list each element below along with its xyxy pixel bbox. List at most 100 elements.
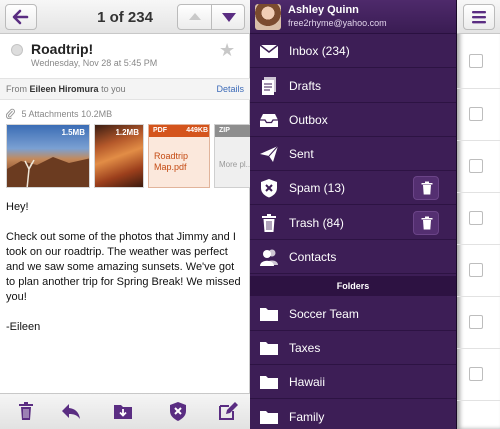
read-status-dot[interactable] <box>11 44 23 56</box>
arrow-up-icon <box>189 13 201 20</box>
folders-header: Folders <box>250 276 456 296</box>
email-subject: Roadtrip! <box>31 41 94 57</box>
attachments-strip: 1.5MB 1.2MB PDF 449KB Roadtrip Map.pdf Z… <box>6 124 254 188</box>
account-email: free2rhyme@yahoo.com <box>288 18 387 28</box>
message-checkbox[interactable] <box>469 159 483 173</box>
attachments-total: 10.2MB <box>81 109 113 119</box>
folder-item[interactable]: Hawaii <box>250 365 456 399</box>
folder-icon <box>260 342 278 355</box>
sidebar-item-outbox[interactable]: Outbox <box>250 103 456 137</box>
move-folder-icon[interactable] <box>112 400 134 422</box>
sidebar-item-drafts[interactable]: Drafts <box>250 69 456 103</box>
attachment-size: 1.5MB <box>61 128 85 137</box>
attachment-size: 449KB <box>186 127 208 134</box>
attachments-count: 5 Attachments <box>21 109 79 119</box>
attachment-size: 1.2MB <box>115 128 139 137</box>
attachment-photo[interactable]: 1.2MB <box>94 124 144 188</box>
row-divider <box>457 192 500 193</box>
message-checkbox[interactable] <box>469 107 483 121</box>
row-divider <box>457 88 500 89</box>
next-message-button[interactable] <box>212 5 244 29</box>
attachment-type: ZIP <box>219 127 230 134</box>
sidebar-item-label: Spam (13) <box>289 181 346 195</box>
sender-name[interactable]: Eileen Hiromura <box>30 84 99 94</box>
trash-icon <box>421 181 433 195</box>
star-icon[interactable]: ★ <box>219 40 235 61</box>
trash-icon <box>421 216 433 230</box>
subject-row: Roadtrip! Wednesday, Nov 28 at 5:45 PM ★ <box>0 36 250 74</box>
email-body: Hey! Check out some of the photos that J… <box>6 200 246 350</box>
folder-label: Family <box>289 410 325 424</box>
email-body-paragraph: Hey! <box>6 201 29 213</box>
attachment-filename: Roadtrip Map.pdf <box>154 151 189 172</box>
paperclip-icon <box>6 108 15 119</box>
reply-icon[interactable] <box>60 400 82 422</box>
message-checkbox[interactable] <box>469 263 483 277</box>
email-toolbar <box>0 393 250 429</box>
row-divider <box>457 348 500 349</box>
sidebar-item-label: Outbox <box>289 113 328 127</box>
email-body-paragraph: -Eileen <box>6 321 41 333</box>
attachment-filename: More pl... videos... <box>219 160 253 169</box>
from-prefix: From <box>6 84 27 94</box>
folder-item[interactable]: Taxes <box>250 331 456 365</box>
previous-message-button[interactable] <box>178 5 212 29</box>
details-link[interactable]: Details <box>216 84 244 94</box>
attachment-photo[interactable]: 1.5MB <box>6 124 90 188</box>
pdf-tag: PDF 449KB <box>149 125 209 137</box>
empty-trash-button[interactable] <box>413 211 439 235</box>
sidebar-item-contacts[interactable]: Contacts <box>250 240 456 274</box>
inbox-icon <box>259 44 279 58</box>
compose-icon[interactable] <box>217 400 239 422</box>
attachment-pdf[interactable]: PDF 449KB Roadtrip Map.pdf <box>148 124 210 188</box>
sidebar-item-label: Contacts <box>289 250 337 264</box>
sidebar-item-label: Inbox (234) <box>289 44 350 58</box>
app-root: 1 of 234 Roadtrip! Wednesday, Nov 28 at … <box>0 0 500 429</box>
folder-item[interactable]: Soccer Team <box>250 297 456 331</box>
message-checkbox[interactable] <box>469 367 483 381</box>
message-checkbox[interactable] <box>469 315 483 329</box>
account-name: Ashley Quinn <box>288 4 359 16</box>
folder-item[interactable]: Family <box>250 400 456 429</box>
sent-icon <box>260 145 279 162</box>
email-pane: 1 of 234 Roadtrip! Wednesday, Nov 28 at … <box>0 0 254 429</box>
from-suffix: to you <box>101 84 126 94</box>
sidebar: Ashley Quinn free2rhyme@yahoo.com Inbox … <box>250 0 456 429</box>
sidebar-item-sent[interactable]: Sent <box>250 137 456 171</box>
email-date: Wednesday, Nov 28 at 5:45 PM <box>31 58 158 68</box>
list-topbar <box>457 0 500 34</box>
spam-icon <box>261 179 277 198</box>
folder-icon <box>260 308 278 321</box>
hamburger-menu-icon <box>472 11 486 24</box>
trash-icon <box>262 214 276 232</box>
email-topbar: 1 of 234 <box>0 0 250 34</box>
row-divider <box>457 400 500 401</box>
sidebar-item-inbox[interactable]: Inbox (234) <box>250 34 456 68</box>
folder-icon <box>260 411 278 424</box>
sidebar-item-trash[interactable]: Trash (84) <box>250 206 456 240</box>
folder-label: Soccer Team <box>289 307 359 321</box>
avatar <box>255 4 281 30</box>
sidebar-item-label: Sent <box>289 147 314 161</box>
folder-label: Hawaii <box>289 375 326 389</box>
attachments-summary: 5 Attachments 10.2MB <box>6 108 112 119</box>
menu-button[interactable] <box>463 4 495 30</box>
message-list-peek <box>456 0 500 429</box>
message-checkbox[interactable] <box>469 54 483 68</box>
outbox-icon <box>260 114 278 127</box>
message-nav <box>177 4 245 30</box>
message-checkbox[interactable] <box>469 211 483 225</box>
row-divider <box>457 296 500 297</box>
attachment-zip[interactable]: ZIP More pl... videos... <box>214 124 254 188</box>
attachment-type: PDF <box>153 127 167 134</box>
drafts-icon <box>262 77 276 95</box>
account-header[interactable]: Ashley Quinn free2rhyme@yahoo.com <box>250 0 456 34</box>
sidebar-item-label: Trash (84) <box>289 216 344 230</box>
contacts-icon <box>260 249 278 266</box>
empty-spam-button[interactable] <box>413 176 439 200</box>
folder-icon <box>260 376 278 389</box>
sidebar-item-label: Drafts <box>289 79 322 93</box>
spam-shield-icon[interactable] <box>167 400 189 422</box>
trash-icon[interactable] <box>15 400 37 422</box>
sidebar-item-spam[interactable]: Spam (13) <box>250 171 456 205</box>
